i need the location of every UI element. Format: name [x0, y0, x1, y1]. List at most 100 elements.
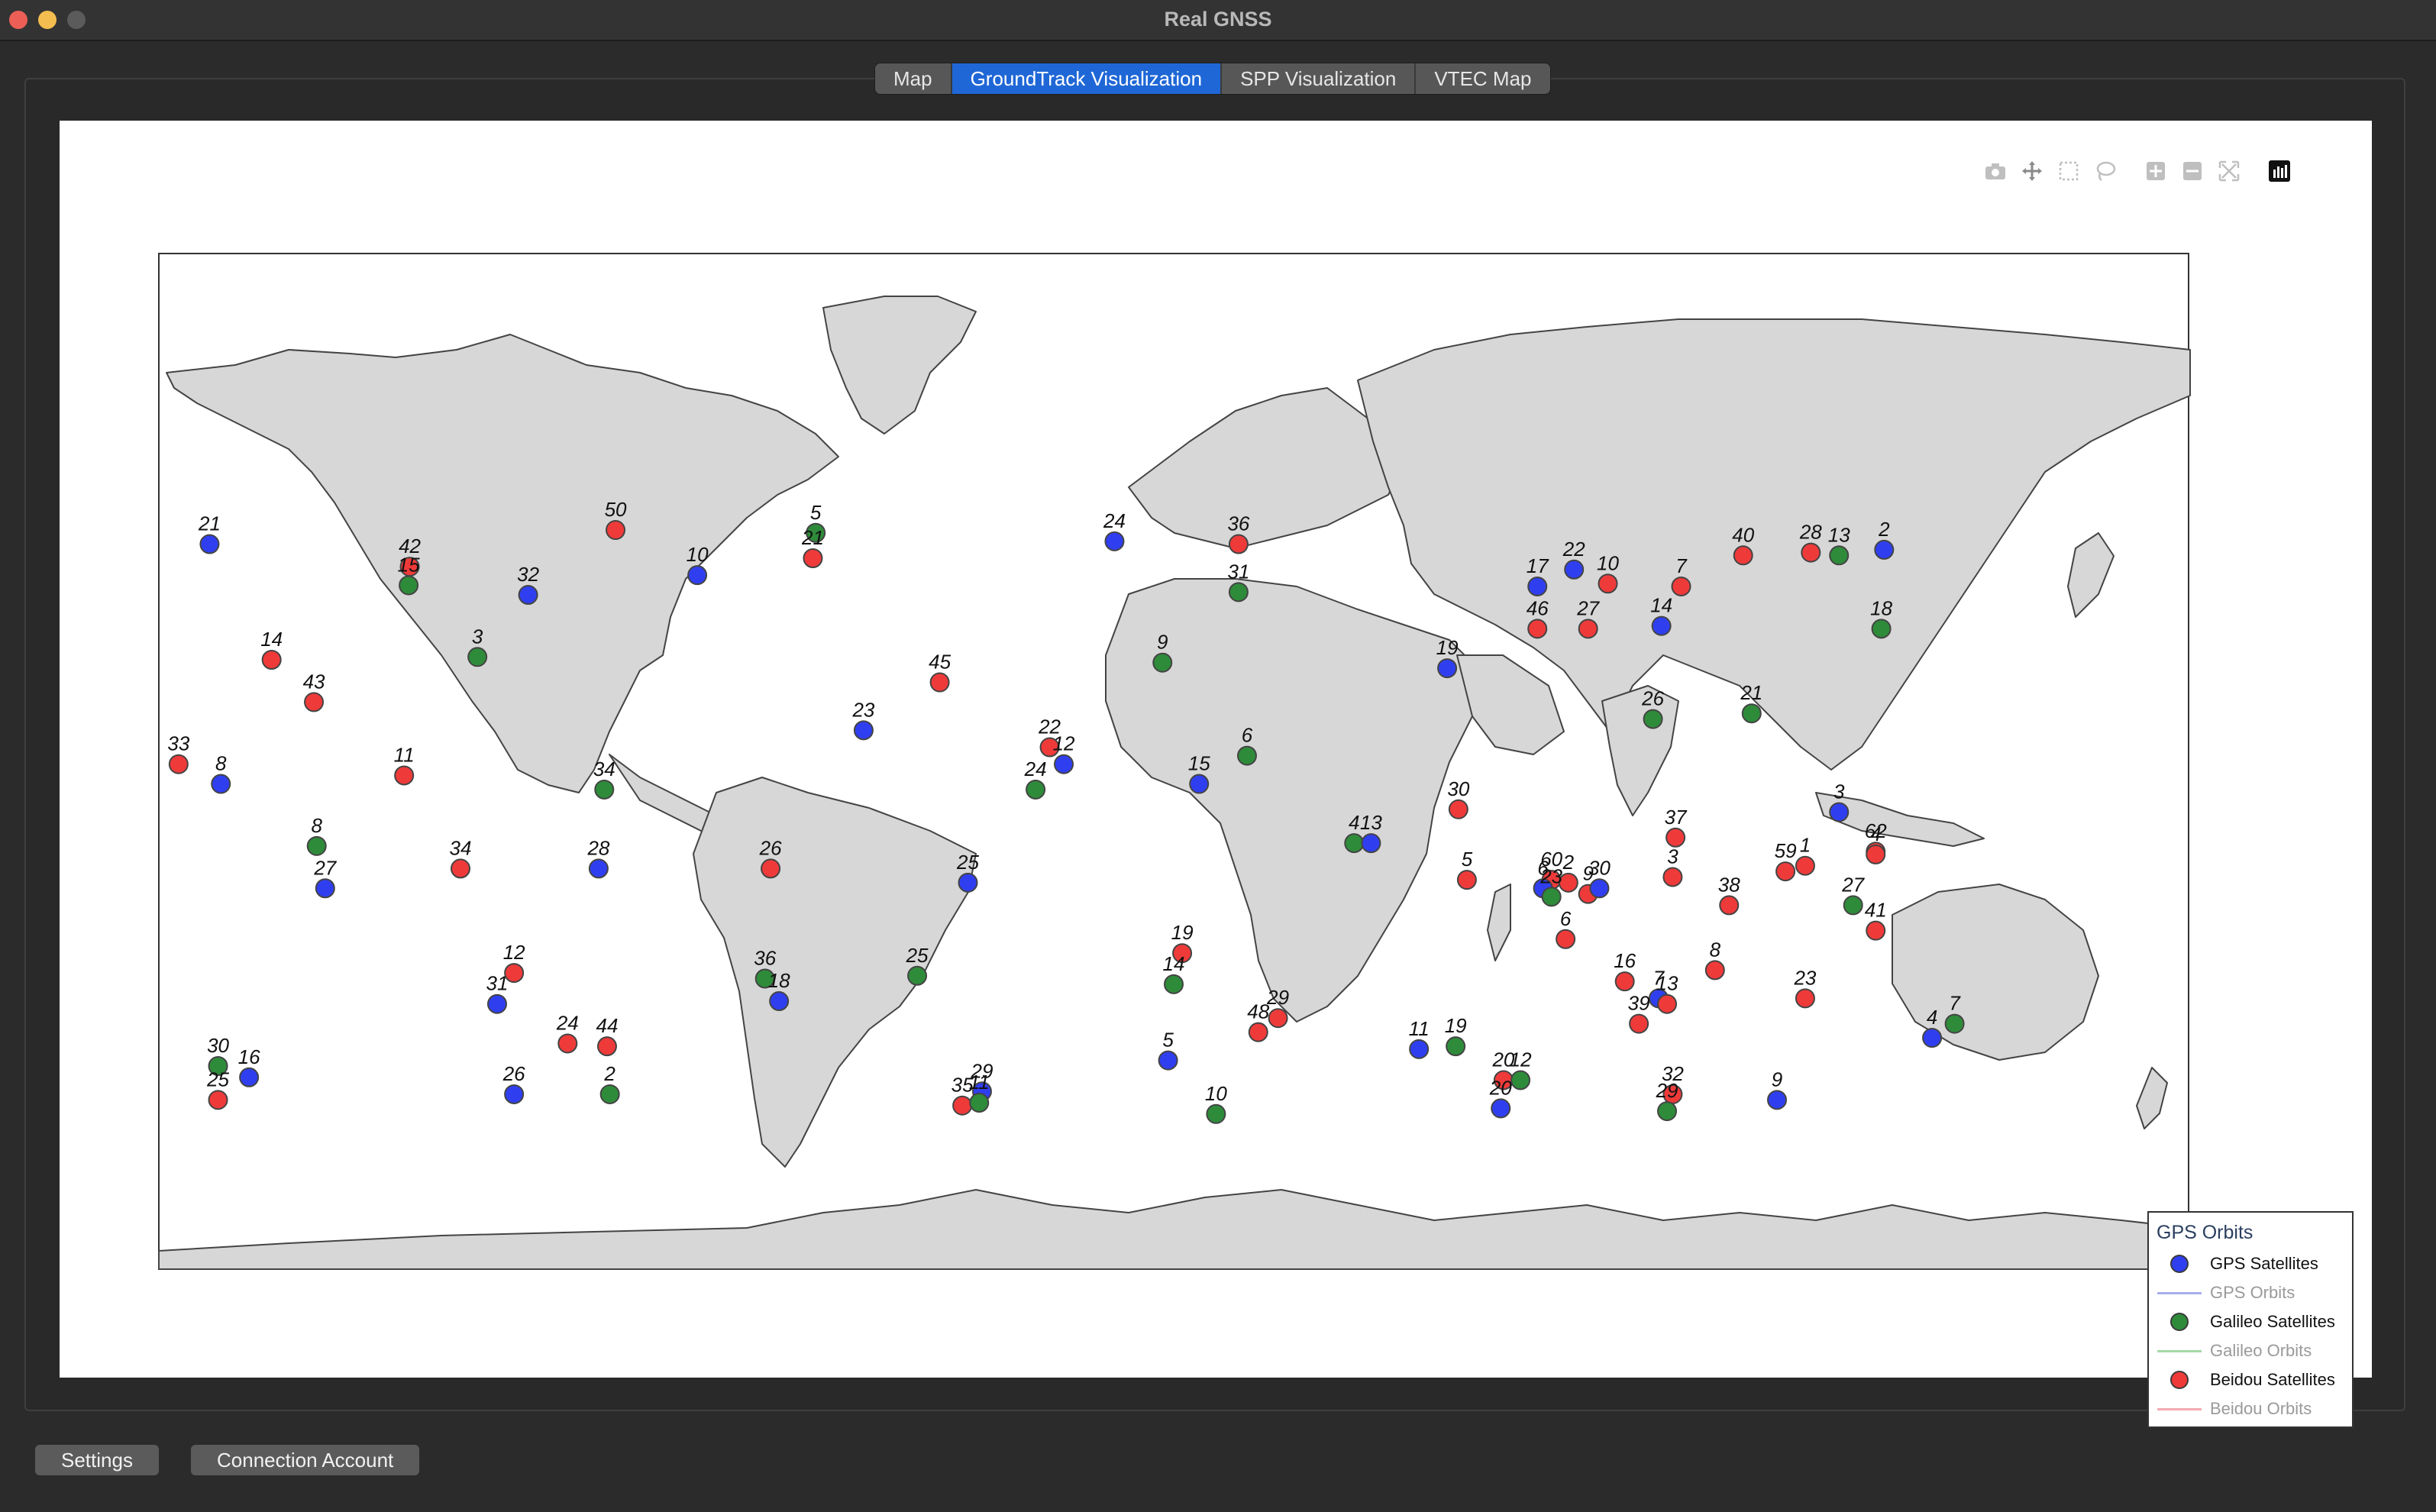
beidou-satellite-marker[interactable]: 10	[1597, 551, 1620, 594]
galileo-satellite-marker[interactable]: 31	[1227, 560, 1249, 603]
satellite-dot	[1614, 971, 1635, 992]
beidou-satellite-marker[interactable]: 46	[1527, 596, 1549, 639]
lasso-icon[interactable]	[2092, 158, 2118, 184]
beidou-satellite-marker[interactable]: 38	[1718, 873, 1740, 916]
satellite-dot	[1598, 573, 1618, 594]
gps-satellite-marker[interactable]: 21	[198, 512, 221, 554]
tab-vtec[interactable]: VTEC Map	[1416, 63, 1550, 94]
beidou-satellite-marker[interactable]: 50	[605, 498, 627, 541]
beidou-satellite-marker[interactable]: 28	[1799, 521, 1822, 563]
gps-satellite-marker[interactable]: 28	[586, 836, 610, 879]
gps-satellite-marker[interactable]: 15	[1188, 752, 1210, 794]
beidou-satellite-marker[interactable]: 21	[801, 526, 824, 568]
galileo-satellite-marker[interactable]: 14	[1163, 952, 1185, 994]
beidou-satellite-marker[interactable]: 39	[1628, 992, 1650, 1034]
tab-map[interactable]: Map	[875, 63, 952, 94]
beidou-satellite-marker[interactable]: 16	[1614, 949, 1636, 992]
camera-icon[interactable]	[1982, 158, 2008, 184]
gps-satellite-marker[interactable]: 16	[238, 1045, 260, 1087]
galileo-satellite-marker[interactable]: 19	[1445, 1014, 1467, 1057]
galileo-satellite-marker[interactable]: 27	[1841, 873, 1866, 916]
beidou-satellite-marker[interactable]: 26	[759, 836, 782, 879]
satellite-label: 13	[1828, 523, 1850, 546]
tab-groundtrack[interactable]: GroundTrack Visualization	[951, 63, 1223, 94]
beidou-satellite-marker[interactable]: 29	[1266, 986, 1289, 1029]
beidou-satellite-marker[interactable]: 36	[1227, 512, 1250, 554]
galileo-satellite-marker[interactable]: 11	[969, 1071, 990, 1113]
galileo-satellite-marker[interactable]: 18	[1870, 596, 1893, 639]
autoscale-icon[interactable]	[2216, 158, 2242, 184]
beidou-satellite-marker[interactable]: 11	[394, 743, 415, 786]
satellite-label: 59	[1775, 839, 1797, 862]
satellite-dot	[1651, 615, 1672, 636]
pan-icon[interactable]	[2019, 158, 2045, 184]
gps-satellite-marker[interactable]: 14	[1650, 594, 1672, 636]
beidou-satellite-marker[interactable]: 30	[1447, 777, 1470, 819]
beidou-satellite-marker[interactable]: 14	[260, 628, 283, 670]
beidou-satellite-marker[interactable]: 34	[450, 836, 472, 879]
beidou-satellite-marker[interactable]: 41	[1865, 899, 1887, 941]
gps-satellite-marker[interactable]: 27	[313, 856, 338, 899]
legend-gps-satellites[interactable]: GPS Satellites	[2157, 1249, 2318, 1278]
beidou-satellite-marker[interactable]: 48	[1247, 1000, 1270, 1042]
gps-satellite-marker[interactable]: 20	[1489, 1076, 1512, 1119]
satellite-dot	[929, 672, 950, 693]
tab-spp[interactable]: SPP Visualization	[1222, 63, 1417, 94]
beidou-satellite-marker[interactable]: 59	[1775, 839, 1797, 882]
beidou-satellite-marker[interactable]: 13	[1656, 972, 1678, 1014]
gps-satellite-marker[interactable]: 19	[1436, 636, 1459, 679]
gps-satellite-marker[interactable]: 10	[687, 543, 709, 586]
beidou-satellite-marker[interactable]: 33	[167, 732, 190, 774]
gps-satellite-marker[interactable]: 13	[1360, 811, 1382, 854]
galileo-satellite-marker[interactable]: 15	[398, 553, 420, 596]
satellite-dot	[596, 1036, 617, 1057]
legend-gps-orbits[interactable]: GPS Orbits	[2157, 1278, 2295, 1307]
satellite-dot	[1767, 1090, 1788, 1110]
gps-satellite-marker[interactable]: 24	[1103, 509, 1126, 551]
galileo-satellite-marker[interactable]: 34	[593, 758, 615, 800]
galileo-satellite-marker[interactable]: 25	[906, 944, 929, 986]
beidou-satellite-marker[interactable]: 40	[1732, 523, 1755, 566]
galileo-satellite-marker[interactable]: 21	[1740, 681, 1762, 724]
gps-satellite-marker[interactable]: 11	[1409, 1017, 1430, 1059]
groundtrack-map[interactable]: 214215503210521314434523338 113424 3631922…	[60, 121, 2372, 1378]
galileo-satellite-marker[interactable]: 29	[1656, 1079, 1678, 1122]
galileo-satellite-marker[interactable]: 24	[1024, 758, 1047, 800]
gps-satellite-marker[interactable]: 26	[502, 1062, 525, 1104]
connection-account-button[interactable]: Connection Account	[191, 1445, 420, 1475]
beidou-satellite-marker[interactable]: 23	[1793, 966, 1817, 1009]
gps-satellite-marker[interactable]: 23	[851, 698, 875, 741]
legend-galileo-orbits[interactable]: Galileo Orbits	[2157, 1336, 2312, 1365]
satellite-dot	[1228, 582, 1249, 603]
gps-satellite-marker[interactable]: 32	[517, 563, 540, 606]
beidou-satellite-marker[interactable]: 45	[929, 651, 951, 693]
gps-satellite-marker[interactable]: 30	[1588, 856, 1611, 899]
beidou-satellite-marker[interactable]: 44	[596, 1014, 619, 1057]
beidou-satellite-marker[interactable]: 25	[206, 1068, 230, 1110]
box-select-icon[interactable]	[2056, 158, 2082, 184]
gps-satellite-marker[interactable]: 18	[768, 969, 790, 1012]
plotly-logo-icon[interactable]	[2266, 158, 2292, 184]
galileo-satellite-marker[interactable]: 26	[1641, 687, 1665, 729]
zoom-out-icon[interactable]	[2179, 158, 2205, 184]
galileo-satellite-marker[interactable]: 10	[1205, 1082, 1227, 1124]
galileo-satellite-marker[interactable]: 23	[1539, 864, 1563, 907]
gps-satellite-marker[interactable]: 22	[1562, 538, 1585, 580]
galileo-satellite-marker[interactable]: 12	[1510, 1048, 1532, 1090]
settings-button[interactable]: Settings	[35, 1445, 159, 1475]
beidou-satellite-marker[interactable]: 37	[1665, 806, 1688, 848]
gps-satellite-marker[interactable]: 17	[1527, 554, 1549, 596]
legend-beidou-satellites[interactable]: Beidou Satellites	[2157, 1365, 2335, 1394]
legend-beidou-orbits[interactable]: Beidou Orbits	[2157, 1394, 2312, 1423]
beidou-satellite-marker[interactable]: 43	[303, 670, 325, 712]
galileo-satellite-marker[interactable]: 13	[1828, 523, 1850, 566]
zoom-in-icon[interactable]	[2143, 158, 2169, 184]
gps-satellite-marker[interactable]: 12	[1053, 732, 1075, 774]
gps-satellite-marker[interactable]: 31	[486, 972, 509, 1014]
gps-satellite-marker[interactable]: 25	[956, 851, 980, 893]
plot-panel: 21 42 15 50 32 10 5 21 3 14 43 45 23 33 8 11 34 24 36 31 9 22…	[60, 121, 2372, 1428]
legend-galileo-satellites[interactable]: Galileo Satellites	[2157, 1307, 2335, 1336]
satellite-label: 17	[1527, 554, 1549, 577]
beidou-satellite-marker[interactable]: 27	[1576, 596, 1601, 639]
beidou-satellite-marker[interactable]: 24	[556, 1011, 579, 1054]
